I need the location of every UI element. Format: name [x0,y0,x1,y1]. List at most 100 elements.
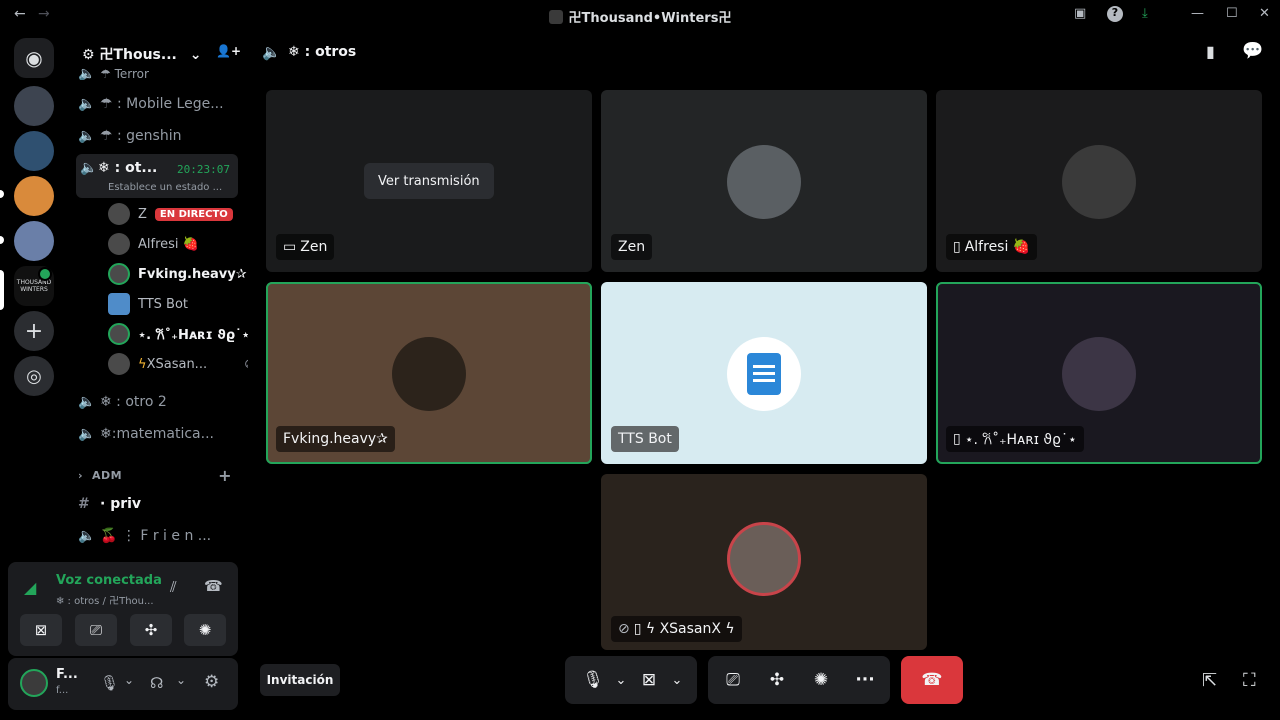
server-icon-2[interactable] [14,131,54,171]
tile-label: ⊘ ▯ ϟ XSasanX ϟ [611,616,742,642]
voice-channel-matematica[interactable]: 🔈 ❄:matematica... [78,420,242,448]
help-icon[interactable]: ? [1107,6,1123,22]
voice-channel-mobile-legends[interactable]: 🔈 ☂ : Mobile Lege... [78,90,242,118]
activities-button[interactable]: ✣ [130,614,172,646]
microphone-icon[interactable]: 🎙 [575,660,611,700]
window-title-text: 卍Thousand•Winters卍 [568,11,732,26]
tile-label: Fvking.heavy✰ [276,426,395,452]
watch-stream-button[interactable]: Ver transmisión [364,163,494,199]
voice-location[interactable]: ❄ : otros / 卍Thou... [56,592,154,607]
avatar [108,353,130,375]
server-icon [548,10,563,24]
disconnect-icon[interactable]: ☎ [204,577,223,595]
microphone-icon[interactable]: 🎙 [100,674,119,692]
chat-icon[interactable]: 💬 [1242,41,1263,61]
add-server-button[interactable]: + [14,311,54,351]
participant-tile-zen[interactable]: Zen [601,90,927,272]
member-hari[interactable]: ⋆. 𐙚˚₊Hᴀʀɪ ϑϱ˙⋆ [108,321,258,347]
voice-status: Voz conectada [56,573,162,588]
avatar [108,263,130,285]
channel-name: ❄ : ot... [98,160,158,176]
participant-tile-xsasan[interactable]: ⊘ ▯ ϟ XSasanX ϟ [601,474,927,650]
member-name: ⋆. 𐙚˚₊Hᴀʀɪ ϑϱ˙⋆ [138,328,250,343]
avatar [108,293,130,315]
activities-icon: ✣ [144,621,158,639]
participant-name: ▯ ϟ XSasanX ϟ [633,621,735,637]
channel-title: ❄ : otros [288,44,357,60]
user-status: f... [56,685,69,696]
category-adm[interactable]: › ADM + [78,464,242,486]
discover-button[interactable]: ◎ [14,356,54,396]
discord-home-icon[interactable]: ◉ [14,38,54,78]
soundboard-icon[interactable]: ✺ [799,660,843,700]
minimize-button[interactable]: — [1191,6,1204,21]
unread-indicator [0,236,4,244]
avatar [727,522,801,596]
more-options-icon[interactable]: ··· [843,660,887,700]
text-channel-priv[interactable]: # · priv [78,490,242,518]
download-icon[interactable]: ⤓ [1142,6,1148,21]
mute-icon: ⊘ [618,621,630,637]
voice-channel-friends[interactable]: 🔈 🍒 ⋮ F r i e n ... [78,522,242,550]
inbox-icon[interactable]: ▣ [1074,6,1086,21]
close-button[interactable]: ✕ [1259,6,1270,21]
screen-share-icon[interactable]: ⎚ [711,660,755,700]
channel-status[interactable]: Establece un estado ... [108,182,222,193]
voice-channel-otro-2[interactable]: 🔈 ❄ : otro 2 [78,388,242,416]
soundboard-button[interactable]: ✺ [184,614,226,646]
member-fvking[interactable]: Fvking.heavy✰ [108,261,258,287]
user-name: F... [56,667,78,682]
chevron-right-icon: › [78,468,84,482]
chevron-down-icon[interactable]: ⌄ [611,660,631,700]
audio-video-group: 🎙 ⌄ ⊠ ⌄ [565,656,697,704]
unread-indicator [0,190,4,198]
server-icon-3[interactable] [14,176,54,216]
member-xsasan[interactable]: ϟXSasan...⊘ [108,351,258,377]
participant-tile-alfresi[interactable]: ▯ Alfresi 🍓 [936,90,1262,272]
speaker-icon: 🔈 [78,394,96,410]
member-z[interactable]: Z EN DIRECTO [108,201,258,227]
settings-gear-icon[interactable]: ⚙ [204,672,219,692]
hang-up-icon: ☎ [921,670,943,690]
participant-name: Zen [300,239,328,255]
participant-tile-hari[interactable]: ▯ ⋆. 𐙚˚₊Hᴀʀɪ ϑϱ˙⋆ [936,282,1262,464]
camera-button[interactable]: ⊠ [20,614,62,646]
channel-name: ❄:matematica... [100,426,214,442]
voice-channel-otros-active[interactable]: 🔈 ❄ : ot... 20:23:07 Establece un estado… [76,154,238,198]
screen-share-button[interactable]: ⎚ [75,614,117,646]
server-icon-1[interactable] [14,86,54,126]
channel-partial[interactable]: 🔈 ☂ Terror [78,68,242,80]
noise-suppression-icon[interactable]: ⫽ [170,578,177,596]
bookmark-icon[interactable]: ▮ [1206,42,1215,61]
channel-name: ☂ : Mobile Lege... [100,96,224,112]
chevron-down-icon[interactable]: ⌄ [667,660,687,700]
add-channel-icon[interactable]: + [218,466,232,485]
server-icon-4[interactable] [14,221,54,261]
pop-out-icon[interactable]: ⇱ [1202,670,1217,691]
tts-bot-avatar [727,337,801,411]
member-tts-bot[interactable]: TTS Bot [108,291,258,317]
video-off-icon: ⊠ [34,621,48,639]
headphones-icon[interactable]: ☊ [150,674,163,692]
screen-icon: ▭ [283,239,297,255]
chevron-down-icon[interactable]: ⌄ [176,673,186,687]
member-name: XSasan... [146,356,208,372]
video-off-icon[interactable]: ⊠ [631,660,667,700]
member-alfresi[interactable]: Alfresi 🍓 [108,231,258,257]
leave-call-button[interactable]: ☎ [901,656,963,704]
avatar[interactable] [20,669,48,697]
activities-icon[interactable]: ✣ [755,660,799,700]
tile-label: ▭ Zen [276,234,335,260]
compass-icon: ◎ [26,365,42,387]
invite-button[interactable]: Invitación [260,664,340,696]
invite-icon[interactable]: 👤+ [216,44,241,58]
participant-name: ⋆. 𐙚˚₊Hᴀʀɪ ϑϱ˙⋆ [964,431,1077,448]
fullscreen-icon[interactable]: ⛶ [1243,670,1256,691]
stream-tile-zen[interactable]: Ver transmisión ▭ Zen [266,90,592,272]
window-title: 卍Thousand•Winters卍 [0,7,1280,26]
participant-tile-fvking[interactable]: Fvking.heavy✰ [266,282,592,464]
voice-channel-genshin[interactable]: 🔈 ☂ : genshin [78,122,242,150]
chevron-down-icon[interactable]: ⌄ [124,673,134,687]
participant-tile-tts-bot[interactable]: TTS Bot [601,282,927,464]
maximize-button[interactable]: ☐ [1226,6,1238,21]
